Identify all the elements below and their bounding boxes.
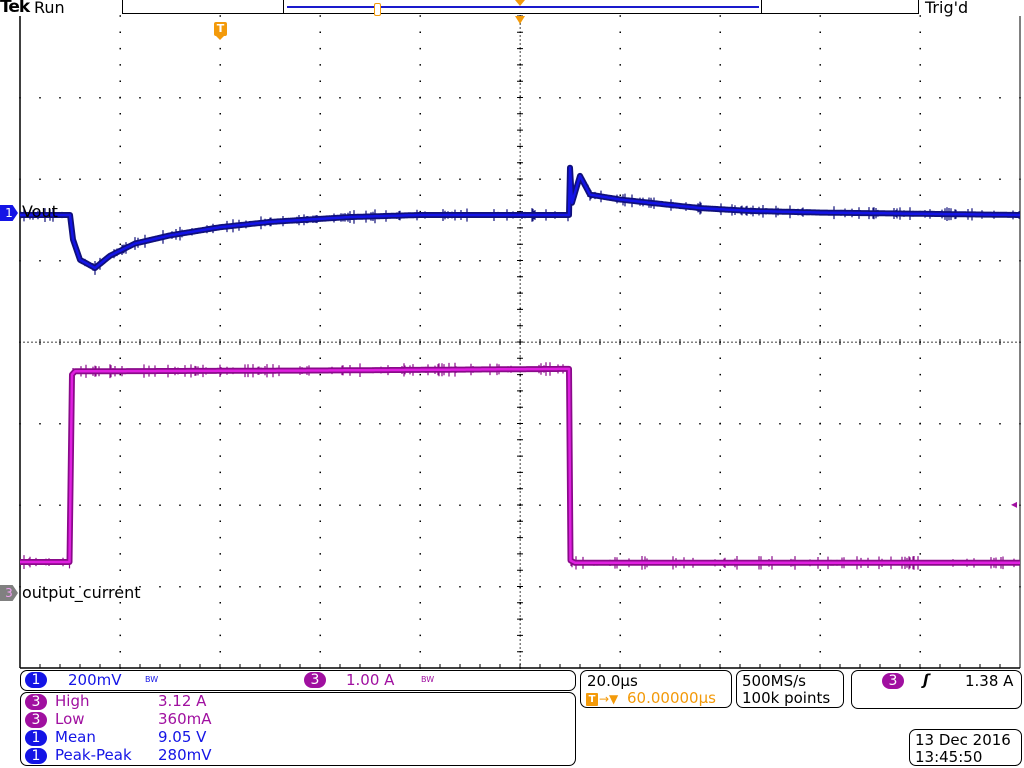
date: 13 Dec 2016: [915, 731, 1011, 749]
trigger-source-badge: 3: [882, 673, 904, 689]
trigger-level-marker-icon[interactable]: ◂: [1011, 497, 1017, 511]
ch3-label: output_current: [22, 583, 141, 602]
acquisition-panel[interactable]: 500MS/s 100k points: [736, 670, 844, 708]
ch3-marker-number: 3: [5, 586, 13, 600]
graticule: [19, 15, 1021, 669]
sample-rate: 500MS/s: [742, 672, 806, 690]
ch1-marker-number: 1: [5, 206, 13, 220]
measurement-channel-badge: 1: [25, 730, 47, 746]
ch1-bandwidth-limit-icon: BW: [145, 675, 159, 684]
trigger-icon: T: [586, 693, 598, 706]
expansion-point-marker-icon: [515, 16, 525, 24]
measurement-value: 280mV: [158, 746, 212, 764]
measurement-name: Mean: [55, 728, 96, 746]
ch1-badge: 1: [25, 672, 47, 688]
waveform-display[interactable]: [0, 0, 1024, 768]
measurement-value: 360mA: [158, 710, 212, 728]
trigger-panel[interactable]: 3 ʃ 1.38 A: [851, 670, 1022, 709]
measurements-panel: 3 High 3.12 A 3 Low 360mA 1 Mean 9.05 V …: [20, 692, 576, 766]
measurement-value: 9.05 V: [158, 728, 207, 746]
channel-scale-panel[interactable]: 1 200mV BW 3 1.00 A BW: [20, 670, 576, 691]
timebase-scale: 20.0µs: [587, 672, 638, 690]
ch3-scale: 1.00 A: [346, 671, 395, 689]
ch3-bandwidth-limit-icon: BW: [421, 675, 435, 684]
position-arrow-icon: →▼: [599, 692, 619, 706]
measurement-name: Peak-Peak: [55, 746, 132, 764]
measurement-name: Low: [55, 710, 85, 728]
output-current-trace: [19, 367, 1021, 565]
trigger-marker-text: T: [216, 22, 225, 35]
measurement-channel-badge: 1: [25, 748, 47, 764]
record-length: 100k points: [742, 689, 831, 707]
vout-envelope: [18, 164, 1022, 271]
output-current-envelope: [18, 365, 1022, 566]
time: 13:45:50: [915, 748, 983, 766]
horizontal-position: 60.00000µs: [627, 689, 716, 707]
measurement-value: 3.12 A: [158, 692, 207, 710]
measurement-name: High: [55, 692, 90, 710]
ch1-scale: 200mV: [68, 671, 122, 689]
output-current-noise: [23, 362, 1015, 570]
trigger-level: 1.38 A: [965, 672, 1014, 690]
datetime-panel: 13 Dec 2016 13:45:50: [909, 729, 1022, 766]
trigger-position-marker[interactable]: T: [214, 22, 227, 36]
timebase-panel[interactable]: 20.0µs T →▼ 60.00000µs: [580, 670, 732, 708]
trigger-marker-tip-icon: [216, 36, 224, 40]
measurement-channel-badge: 3: [25, 712, 47, 728]
rising-edge-icon: ʃ: [923, 671, 930, 689]
ch1-label: Vout: [22, 202, 58, 221]
center-crosshair: [19, 15, 1021, 669]
measurement-channel-badge: 3: [25, 694, 47, 710]
ch3-badge: 3: [304, 672, 326, 688]
